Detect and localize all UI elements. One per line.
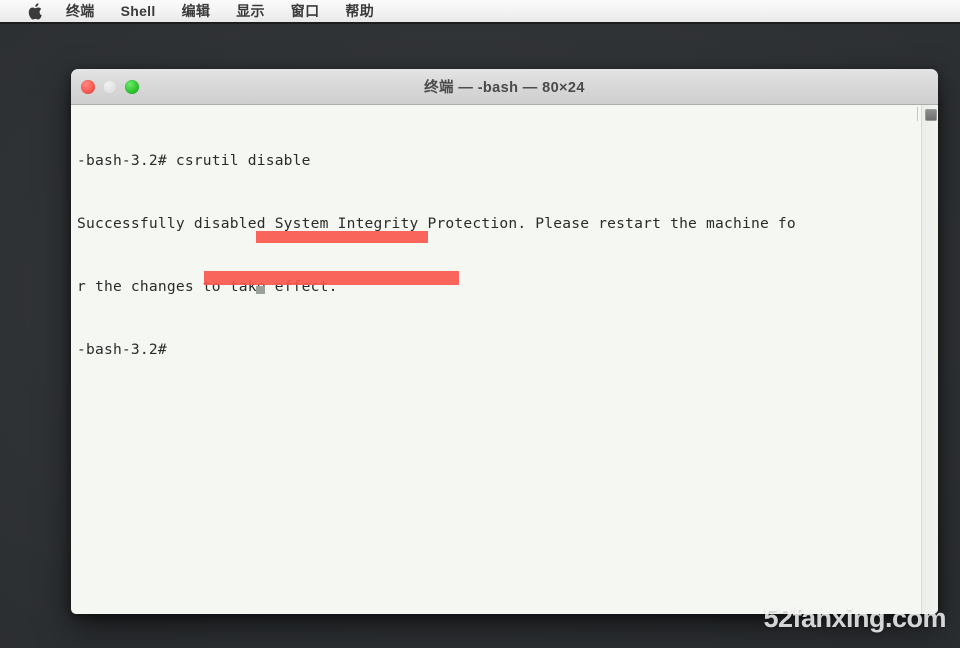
terminal-line: -bash-3.2# csrutil disable [77,152,311,169]
window-titlebar[interactable]: 终端 — -bash — 80×24 [71,69,938,105]
menu-item-shell[interactable]: Shell [121,4,156,18]
redaction-bar-prompt [204,271,459,285]
menu-bar: 终端 Shell 编辑 显示 窗口 帮助 [0,0,960,24]
zoom-button[interactable] [125,79,139,94]
redaction-bar-command [256,231,428,243]
window-title: 终端 — -bash — 80×24 [424,80,585,96]
menu-item-window[interactable]: 窗口 [291,4,320,18]
terminal-body[interactable]: -bash-3.2# csrutil disable Successfully … [71,105,938,614]
terminal-scrollbar[interactable] [921,105,938,614]
menu-item-edit[interactable]: 编辑 [182,4,211,18]
menu-item-help[interactable]: 帮助 [345,4,374,18]
scrollbar-thumb[interactable] [925,109,937,121]
terminal-output[interactable]: -bash-3.2# csrutil disable Successfully … [77,108,916,402]
window-traffic-lights [81,69,139,104]
watermark: 52fanxing.com [763,603,946,633]
menu-item-terminal[interactable]: 终端 [66,4,95,18]
minimize-button[interactable] [103,79,117,94]
scrollbar-divider [917,107,918,121]
close-button[interactable] [81,79,95,94]
terminal-window[interactable]: 终端 — -bash — 80×24 -bash-3.2# csrutil di… [71,69,938,614]
terminal-line: Successfully disabled System Integrity P… [77,215,796,232]
terminal-cursor [256,286,265,294]
apple-logo-icon[interactable] [28,2,42,20]
screen: 终端 Shell 编辑 显示 窗口 帮助 终端 — -bash — 80×24 … [0,0,960,648]
terminal-line: r the changes to take effect. [77,278,338,295]
menu-item-view[interactable]: 显示 [236,4,265,18]
terminal-line: -bash-3.2# [77,341,176,358]
